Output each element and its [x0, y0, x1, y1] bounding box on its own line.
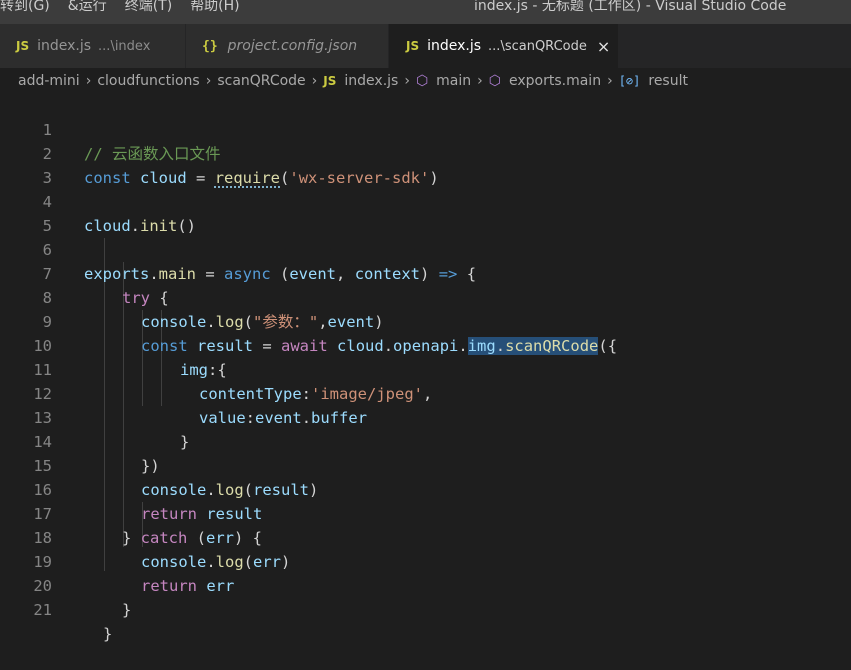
code-line: 10 img:{ [0, 310, 851, 379]
tab-label: project.config.json [227, 38, 358, 54]
code-line: 4 cloud.init() [0, 166, 851, 235]
breadcrumb: add-mini › cloudfunctions › scanQRCode ›… [0, 68, 851, 94]
code-line: 13 } [0, 382, 851, 451]
javascript-file-icon: JS [406, 39, 420, 53]
menu-run[interactable]: &运行 [68, 0, 107, 14]
chevron-right-icon: › [205, 73, 212, 89]
close-icon[interactable]: × [597, 37, 610, 56]
breadcrumb-main[interactable]: main [436, 73, 471, 89]
window-title: index.js - 无标题 (工作区) - Visual Studio Cod… [474, 0, 787, 14]
tab-project-config-json[interactable]: {} project.config.json [186, 24, 389, 68]
json-file-icon: {} [202, 38, 218, 54]
punctuation: } [122, 601, 132, 619]
menu-bar: 转到(G) &运行 终端(T) 帮助(H) [0, 0, 258, 15]
menu-goto[interactable]: 转到(G) [0, 0, 50, 14]
chevron-right-icon: › [85, 73, 92, 89]
variable-icon: [⊘] [618, 74, 641, 88]
code-line: 15 console.log(result) [0, 430, 851, 499]
code-line: 7 try { [0, 238, 851, 307]
code-line: 8 console.log("参数：",event) [0, 262, 851, 331]
title-bar: 转到(G) &运行 终端(T) 帮助(H) index.js - 无标题 (工作区) … [0, 0, 851, 24]
code-line: 9 const result = await cloud.openapi.img… [0, 286, 851, 355]
breadcrumb-add-mini[interactable]: add-mini [18, 73, 80, 89]
code-line: 2 const cloud = require('wx-server-sdk') [0, 118, 851, 187]
chevron-right-icon: › [404, 73, 410, 89]
code-line: 11 contentType:'image/jpeg', [0, 334, 851, 403]
code-line: 20 } [0, 550, 851, 619]
breadcrumb-index-js[interactable]: index.js [344, 73, 398, 89]
breadcrumb-exports-main[interactable]: exports.main [509, 73, 601, 89]
javascript-file-icon: JS [323, 74, 337, 88]
module-cube-icon: ⬡ [415, 73, 429, 89]
line-number: 21 [33, 601, 52, 619]
breadcrumb-cloudfunctions[interactable]: cloudfunctions [97, 73, 199, 89]
code-line: 14 }) [0, 406, 851, 475]
breadcrumb-result[interactable]: result [648, 73, 688, 89]
code-line: 17 } catch (err) { [0, 478, 851, 547]
chevron-right-icon: › [477, 73, 483, 89]
module-cube-icon: ⬡ [488, 73, 501, 89]
code-line: 18 console.log(err) [0, 502, 851, 571]
code-line: 5 [0, 190, 851, 235]
code-line: 1 // 云函数入口文件 [0, 94, 851, 163]
tab-index-js-index[interactable]: JS index.js ...\index [0, 24, 186, 68]
code-editor[interactable]: 1 // 云函数入口文件 2 const cloud = require('wx… [0, 94, 851, 646]
code-line: 12 value:event.buffer [0, 358, 851, 427]
tab-description: ...\index [98, 38, 151, 54]
javascript-file-icon: JS [16, 39, 30, 53]
punctuation: } [103, 625, 113, 643]
chevron-right-icon: › [311, 73, 318, 89]
code-line: 19 return err [0, 526, 851, 595]
menu-help[interactable]: 帮助(H) [190, 0, 239, 14]
breadcrumb-scanqrcode[interactable]: scanQRCode [217, 73, 305, 89]
code-line: 16 return result [0, 454, 851, 523]
code-line: 21 } [0, 574, 851, 643]
tab-bar: JS index.js ...\index {} project.config.… [0, 24, 851, 68]
tab-label: index.js [427, 38, 482, 54]
tab-label: index.js [37, 38, 92, 54]
chevron-right-icon: › [607, 73, 613, 89]
code-line: 6 exports.main = async (event, context) … [0, 214, 851, 283]
code-line: 3 [0, 142, 851, 187]
menu-terminal[interactable]: 终端(T) [125, 0, 172, 14]
tab-index-js-scanqrcode[interactable]: JS index.js ...\scanQRCode × [389, 24, 619, 68]
tab-description: ...\scanQRCode [488, 38, 587, 54]
